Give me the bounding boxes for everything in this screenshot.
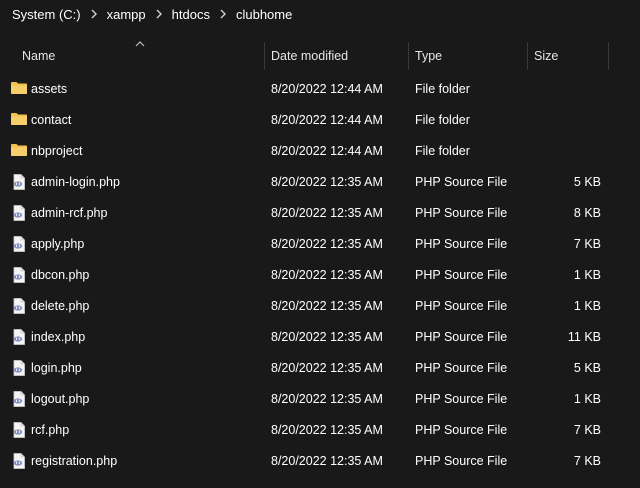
- php-file-icon: [10, 266, 28, 284]
- php-file-icon: [10, 421, 28, 439]
- file-name: admin-rcf.php: [31, 206, 108, 220]
- file-name: admin-login.php: [31, 175, 120, 189]
- file-row[interactable]: assets 8/20/2022 12:44 AM File folder: [0, 74, 640, 105]
- file-row[interactable]: rcf.php 8/20/2022 12:35 AM PHP Source Fi…: [0, 415, 640, 446]
- file-name: logout.php: [31, 392, 90, 406]
- column-header-name[interactable]: Name: [16, 40, 264, 72]
- file-size: 5 KB: [573, 175, 601, 189]
- file-name: delete.php: [31, 299, 90, 313]
- file-size: 1 KB: [573, 299, 601, 313]
- file-date-modified: 8/20/2022 12:44 AM: [271, 144, 383, 158]
- file-row[interactable]: nbproject 8/20/2022 12:44 AM File folder: [0, 136, 640, 167]
- file-name: rcf.php: [31, 423, 70, 437]
- file-date-modified: 8/20/2022 12:44 AM: [271, 82, 383, 96]
- php-file-icon: [10, 297, 28, 315]
- file-name: login.php: [31, 361, 82, 375]
- file-size: 7 KB: [573, 423, 601, 437]
- php-file-icon: [10, 390, 28, 408]
- file-type: File folder: [415, 82, 470, 96]
- column-header-row: Name Date modified Type Size: [0, 40, 640, 72]
- file-date-modified: 8/20/2022 12:35 AM: [271, 175, 383, 189]
- file-row[interactable]: apply.php 8/20/2022 12:35 AM PHP Source …: [0, 229, 640, 260]
- file-size: 1 KB: [573, 268, 601, 282]
- column-header-type[interactable]: Type: [409, 40, 527, 72]
- file-type: PHP Source File: [415, 392, 508, 406]
- folder-icon: [10, 80, 28, 98]
- file-type: PHP Source File: [415, 454, 508, 468]
- file-size: 11 KB: [567, 330, 601, 344]
- file-size: 7 KB: [573, 454, 601, 468]
- breadcrumb: System (C:) xampp htdocs clubhome: [0, 0, 640, 28]
- php-file-icon: [10, 328, 28, 346]
- file-type: PHP Source File: [415, 299, 508, 313]
- file-type: PHP Source File: [415, 237, 508, 251]
- file-size: 5 KB: [573, 361, 601, 375]
- file-type: File folder: [415, 113, 470, 127]
- folder-icon: [10, 111, 28, 129]
- file-row[interactable]: registration.php 8/20/2022 12:35 AM PHP …: [0, 446, 640, 477]
- php-file-icon: [10, 452, 28, 470]
- file-date-modified: 8/20/2022 12:35 AM: [271, 454, 383, 468]
- file-size: 7 KB: [573, 237, 601, 251]
- file-row[interactable]: login.php 8/20/2022 12:35 AM PHP Source …: [0, 353, 640, 384]
- file-date-modified: 8/20/2022 12:35 AM: [271, 268, 383, 282]
- file-row[interactable]: admin-rcf.php 8/20/2022 12:35 AM PHP Sou…: [0, 198, 640, 229]
- breadcrumb-item-xampp[interactable]: xampp: [103, 7, 150, 22]
- chevron-right-icon[interactable]: [214, 9, 232, 19]
- php-file-icon: [10, 359, 28, 377]
- file-type: PHP Source File: [415, 268, 508, 282]
- file-row[interactable]: contact 8/20/2022 12:44 AM File folder: [0, 105, 640, 136]
- file-row[interactable]: logout.php 8/20/2022 12:35 AM PHP Source…: [0, 384, 640, 415]
- file-size: 1 KB: [573, 392, 601, 406]
- file-size: 8 KB: [573, 206, 601, 220]
- file-name: contact: [31, 113, 72, 127]
- file-size: [528, 105, 601, 136]
- breadcrumb-item-htdocs[interactable]: htdocs: [168, 7, 214, 22]
- breadcrumb-item-drive[interactable]: System (C:): [8, 7, 85, 22]
- file-date-modified: 8/20/2022 12:44 AM: [271, 113, 383, 127]
- file-name: nbproject: [31, 144, 83, 158]
- column-header-date-modified[interactable]: Date modified: [265, 40, 408, 72]
- php-file-icon: [10, 204, 28, 222]
- file-name: dbcon.php: [31, 268, 90, 282]
- chevron-right-icon[interactable]: [150, 9, 168, 19]
- breadcrumb-item-clubhome[interactable]: clubhome: [232, 7, 296, 22]
- file-type: File folder: [415, 144, 470, 158]
- file-date-modified: 8/20/2022 12:35 AM: [271, 392, 383, 406]
- file-name: index.php: [31, 330, 86, 344]
- file-name: apply.php: [31, 237, 85, 251]
- php-file-icon: [10, 235, 28, 253]
- php-file-icon: [10, 173, 28, 191]
- file-size: [528, 136, 601, 167]
- file-date-modified: 8/20/2022 12:35 AM: [271, 423, 383, 437]
- file-row[interactable]: index.php 8/20/2022 12:35 AM PHP Source …: [0, 322, 640, 353]
- column-divider[interactable]: [608, 42, 609, 70]
- chevron-right-icon[interactable]: [85, 9, 103, 19]
- file-type: PHP Source File: [415, 330, 508, 344]
- file-type: PHP Source File: [415, 175, 508, 189]
- folder-icon: [10, 142, 28, 160]
- file-date-modified: 8/20/2022 12:35 AM: [271, 361, 383, 375]
- file-name: assets: [31, 82, 68, 96]
- file-date-modified: 8/20/2022 12:35 AM: [271, 206, 383, 220]
- file-date-modified: 8/20/2022 12:35 AM: [271, 237, 383, 251]
- file-row[interactable]: dbcon.php 8/20/2022 12:35 AM PHP Source …: [0, 260, 640, 291]
- file-row[interactable]: delete.php 8/20/2022 12:35 AM PHP Source…: [0, 291, 640, 322]
- file-type: PHP Source File: [415, 206, 508, 220]
- file-date-modified: 8/20/2022 12:35 AM: [271, 330, 383, 344]
- file-type: PHP Source File: [415, 361, 508, 375]
- file-size: [528, 74, 601, 105]
- file-row[interactable]: admin-login.php 8/20/2022 12:35 AM PHP S…: [0, 167, 640, 198]
- file-date-modified: 8/20/2022 12:35 AM: [271, 299, 383, 313]
- file-name: registration.php: [31, 454, 118, 468]
- file-list: assets 8/20/2022 12:44 AM File folder co…: [0, 74, 640, 477]
- file-type: PHP Source File: [415, 423, 508, 437]
- column-header-size[interactable]: Size: [528, 40, 608, 72]
